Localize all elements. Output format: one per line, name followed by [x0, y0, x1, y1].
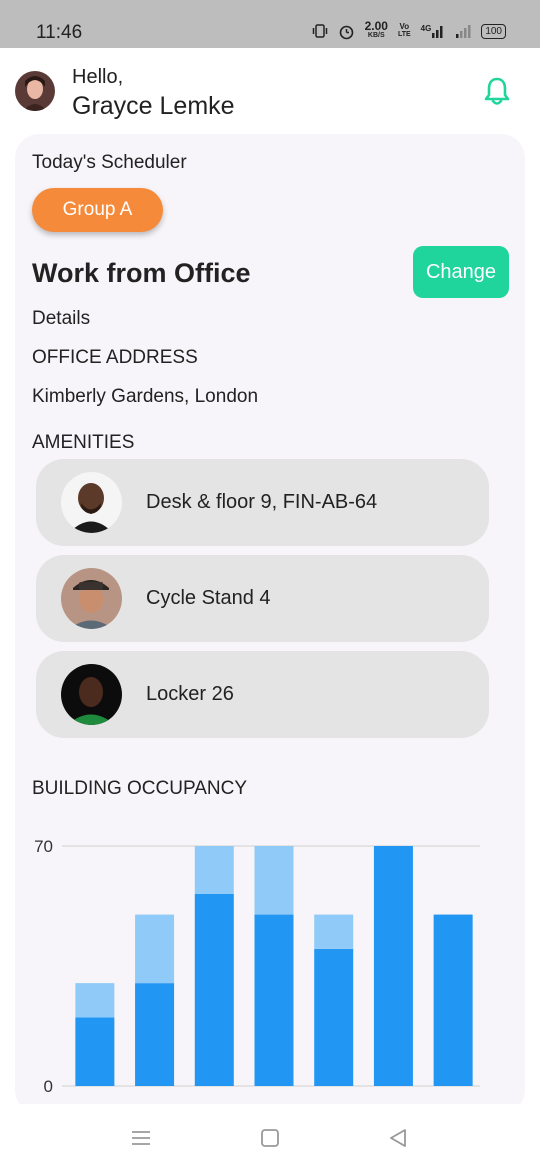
group-badge[interactable]: Group A	[32, 188, 163, 232]
change-button[interactable]: Change	[413, 246, 509, 298]
chart-y-tick-label: 70	[34, 837, 53, 856]
signal-icon	[455, 24, 471, 38]
chart-bar-secondary	[254, 846, 294, 915]
scheduler-title: Today's Scheduler	[32, 152, 187, 173]
chart-bar-primary	[75, 1017, 115, 1086]
bell-icon[interactable]	[480, 74, 514, 108]
volte-icon: Vo LTE	[398, 23, 411, 39]
volte-bottom: LTE	[397, 31, 411, 38]
menu-icon[interactable]	[129, 1126, 153, 1150]
details-label: Details	[32, 308, 91, 329]
amenities-label: AMENITIES	[32, 432, 135, 453]
status-time: 11:46	[36, 22, 83, 43]
chart-bar-primary	[194, 894, 234, 1086]
amenity-avatar	[61, 472, 122, 533]
home-icon[interactable]	[258, 1126, 282, 1150]
chart-bar-primary	[135, 983, 175, 1086]
chart-bar-secondary	[135, 914, 175, 984]
chart-bar-secondary	[75, 983, 115, 1018]
amenity-label: Cycle Stand 4	[146, 587, 271, 609]
vibrate-icon	[312, 23, 328, 39]
chart-bar-primary	[254, 914, 294, 1086]
office-address-value: Kimberly Gardens, London	[32, 386, 259, 407]
chart-bar-primary	[433, 914, 473, 1086]
volte-top: Vo	[399, 22, 410, 31]
battery-icon: 100	[481, 23, 506, 39]
network-type: 4G	[420, 24, 432, 33]
chart-bar-secondary	[314, 914, 354, 949]
amenity-label: Locker 26	[146, 683, 234, 705]
occupancy-chart: 0 70	[34, 837, 480, 1096]
status-bar: 11:46 2.00 KB/S Vo LTE 4G 100	[0, 0, 540, 48]
chart-y-tick-label: 0	[44, 1077, 53, 1096]
avatar[interactable]	[15, 71, 55, 111]
battery-level: 100	[485, 25, 502, 37]
data-speed-value: 2.00	[364, 19, 388, 33]
amenity-label: Desk & floor 9, FIN-AB-64	[146, 491, 378, 513]
chart-bar-secondary	[194, 846, 234, 894]
amenity-item-locker[interactable]: Locker 26	[36, 651, 489, 738]
user-name: Grayce Lemke	[72, 92, 235, 120]
office-address-label: OFFICE ADDRESS	[32, 347, 198, 368]
data-speed-unit: KB/S	[367, 32, 385, 39]
amenity-item-cycle-stand[interactable]: Cycle Stand 4	[36, 555, 489, 642]
amenity-avatar	[61, 568, 122, 629]
system-nav-bar	[0, 1104, 540, 1170]
chart-bar-primary	[373, 846, 413, 1086]
work-mode-title: Work from Office	[32, 258, 251, 288]
greeting: Hello,	[72, 66, 124, 88]
data-speed: 2.00 KB/S	[364, 19, 388, 40]
network-signal-icon: 4G	[421, 24, 446, 38]
amenity-avatar	[61, 664, 122, 725]
back-icon[interactable]	[386, 1126, 410, 1150]
amenity-item-desk[interactable]: Desk & floor 9, FIN-AB-64	[36, 459, 489, 546]
header: Hello, Grayce Lemke	[0, 48, 540, 132]
scheduler-card: Today's Scheduler Group A Work from Offi…	[15, 134, 525, 1114]
chart-bar-primary	[314, 948, 354, 1086]
alarm-icon	[338, 23, 355, 40]
status-icons: 2.00 KB/S Vo LTE 4G 100	[312, 19, 506, 40]
occupancy-label: BUILDING OCCUPANCY	[32, 778, 248, 799]
